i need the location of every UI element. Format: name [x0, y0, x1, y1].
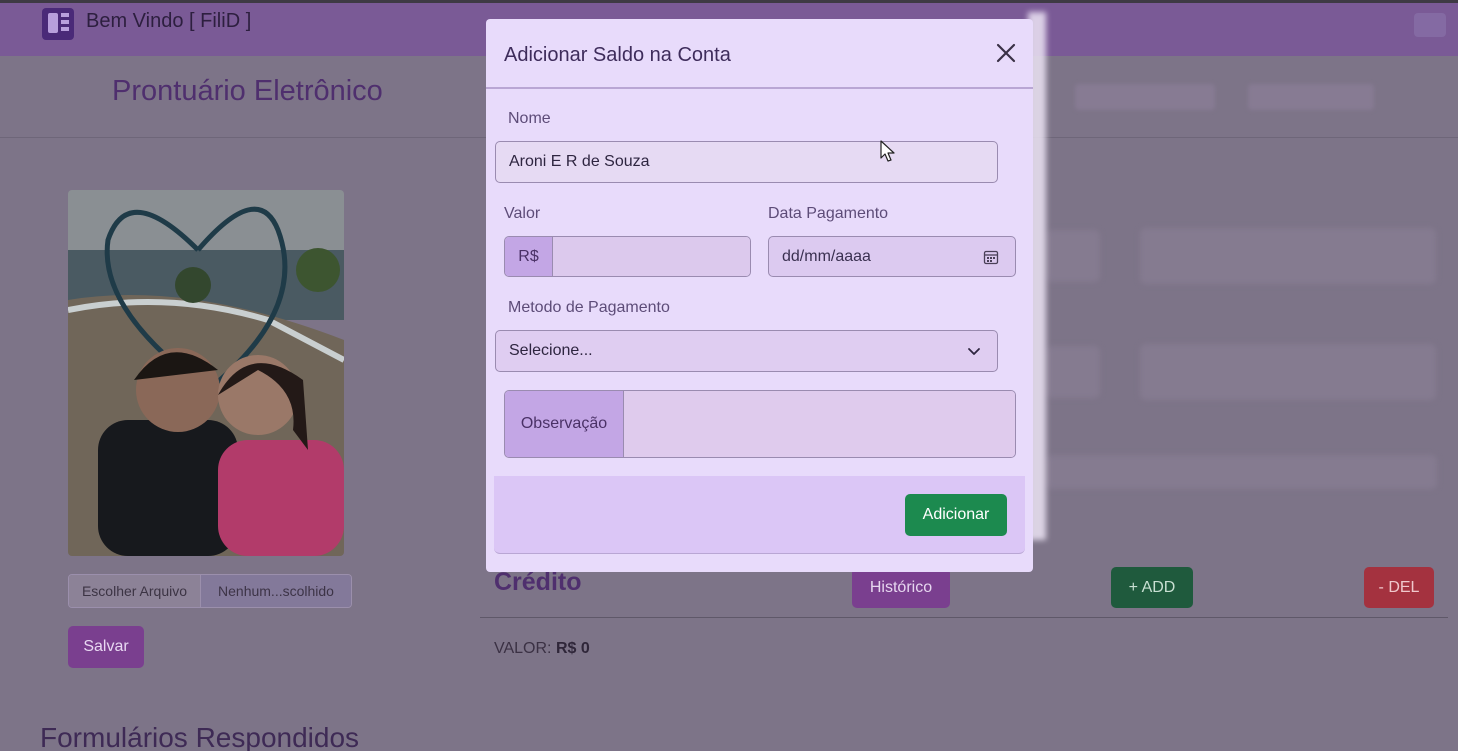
note-input-group: Observação — [504, 390, 1016, 458]
payment-method-label: Metodo de Pagamento — [508, 299, 670, 316]
currency-addon: R$ — [505, 237, 553, 276]
blurred-header-button[interactable] — [1248, 84, 1374, 110]
mouse-cursor-icon — [880, 140, 895, 162]
credit-divider — [480, 617, 1448, 618]
payment-date-input[interactable]: dd/mm/aaaa — [768, 236, 1016, 277]
blurred-header-button[interactable] — [1075, 84, 1215, 110]
page-title: Prontuário Eletrônico — [112, 75, 383, 107]
chevron-down-icon — [968, 348, 980, 355]
save-button[interactable]: Salvar — [68, 626, 144, 668]
menu-toggle-icon[interactable] — [1414, 13, 1446, 37]
payment-method-selected: Selecione... — [509, 342, 593, 359]
blurred-field — [1045, 346, 1100, 398]
add-credit-button[interactable]: + ADD — [1111, 567, 1193, 608]
modal-header: Adicionar Saldo na Conta — [486, 19, 1033, 89]
photo-file-input[interactable]: Escolher Arquivo Nenhum...scolhido — [68, 574, 352, 608]
blurred-field — [1140, 228, 1436, 284]
blurred-field — [1140, 344, 1436, 400]
credit-value-label: VALOR: — [494, 640, 552, 657]
name-label: Nome — [508, 110, 551, 127]
blurred-field — [1045, 455, 1437, 489]
credit-value: VALOR: R$ 0 — [494, 640, 590, 658]
value-label: Valor — [504, 205, 541, 222]
name-input[interactable]: Aroni E R de Souza — [495, 141, 998, 183]
value-input-group: R$ — [504, 236, 751, 277]
modal-title: Adicionar Saldo na Conta — [504, 44, 731, 66]
welcome-text: Bem Vindo [ FiliD ] — [86, 10, 252, 32]
blurred-field — [1045, 230, 1100, 282]
payment-method-select[interactable]: Selecione... — [495, 330, 998, 372]
calendar-icon[interactable] — [983, 249, 999, 265]
profile-photo — [68, 190, 344, 556]
note-addon: Observação — [505, 391, 624, 457]
choose-file-button[interactable]: Escolher Arquivo — [69, 575, 201, 607]
history-button[interactable]: Histórico — [852, 568, 950, 608]
date-label: Data Pagamento — [768, 205, 889, 222]
date-placeholder: dd/mm/aaaa — [782, 247, 871, 265]
close-icon[interactable] — [994, 41, 1018, 65]
app-logo-icon[interactable] — [40, 5, 78, 41]
add-balance-modal: Adicionar Saldo na Conta Nome Aroni E R … — [486, 19, 1033, 572]
value-input[interactable] — [553, 237, 750, 276]
credit-section-title: Crédito — [494, 568, 582, 596]
delete-credit-button[interactable]: - DEL — [1364, 567, 1434, 608]
credit-value-amount: R$ 0 — [555, 640, 590, 657]
note-textarea[interactable] — [624, 391, 1015, 457]
forms-section-title: Formulários Respondidos — [40, 722, 360, 751]
file-name-label: Nenhum...scolhido — [201, 575, 351, 607]
add-balance-submit-button[interactable]: Adicionar — [905, 494, 1007, 536]
